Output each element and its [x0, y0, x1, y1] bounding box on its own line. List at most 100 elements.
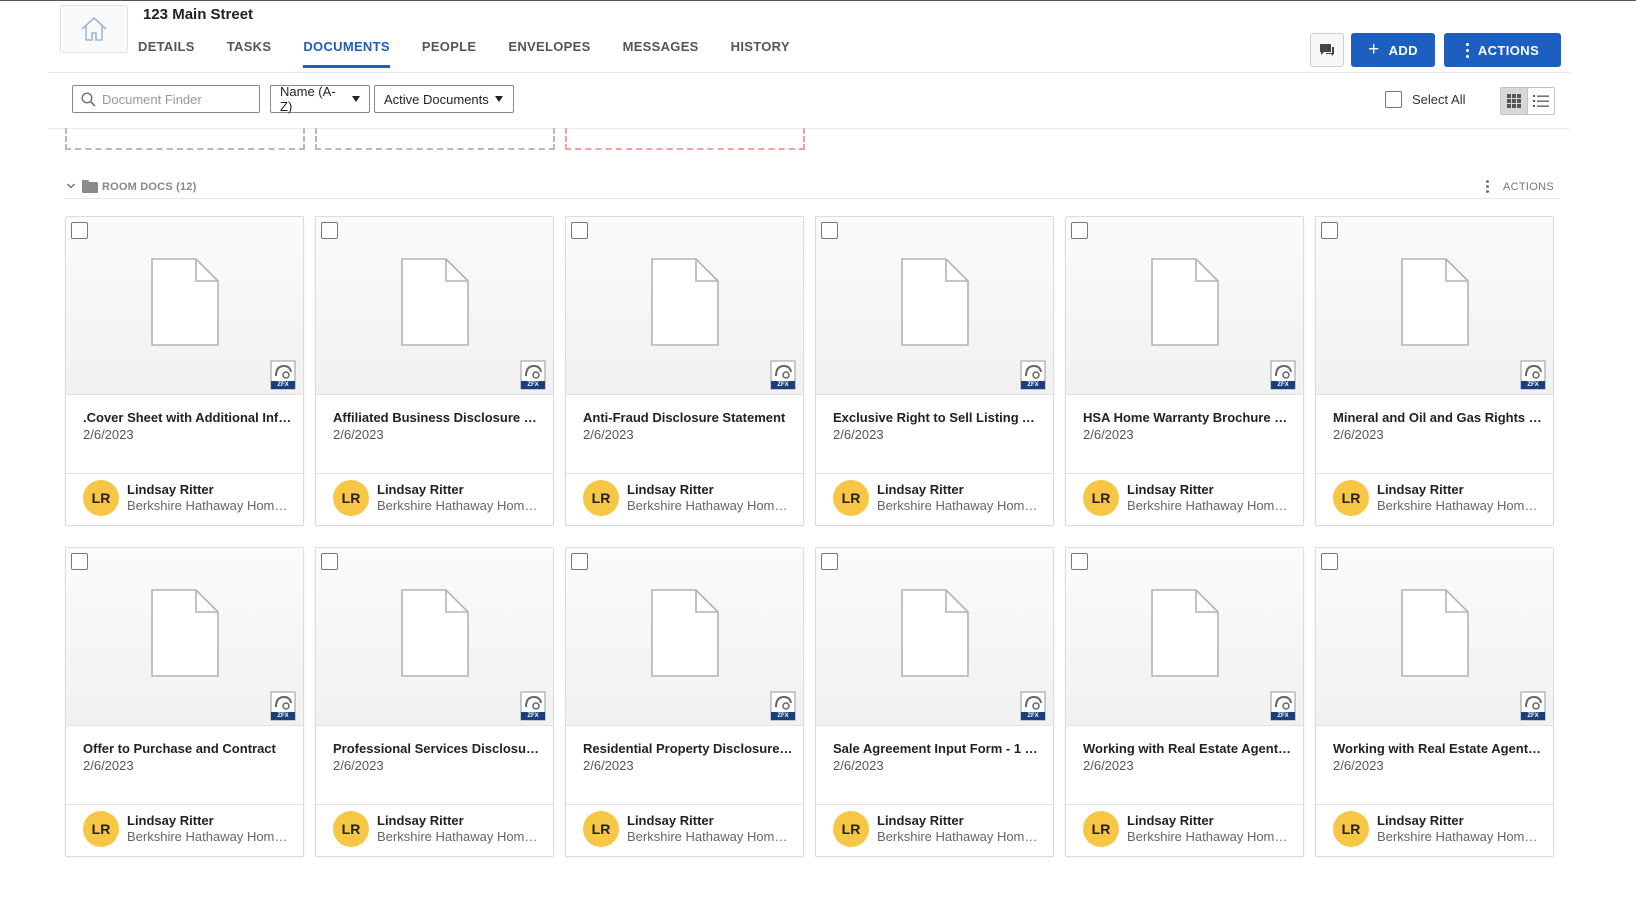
filter-select[interactable]: Active Documents	[374, 85, 514, 113]
document-checkbox[interactable]	[321, 222, 338, 239]
document-thumbnail[interactable]: ZFX	[316, 548, 553, 726]
document-card[interactable]: ZFX Working with Real Estate Agents Broch…	[1315, 547, 1554, 857]
property-home-tile[interactable]	[60, 5, 128, 53]
tab-details[interactable]: DETAILS	[138, 36, 195, 68]
top-border	[0, 0, 1636, 1]
sort-select[interactable]: Name (A-Z)	[270, 84, 370, 114]
document-thumbnail[interactable]: ZFX	[816, 548, 1053, 726]
document-thumbnail[interactable]: ZFX	[566, 548, 803, 726]
add-button-label: ADD	[1388, 42, 1418, 58]
document-finder	[72, 85, 260, 113]
folder-actions-button[interactable]: ACTIONS	[1486, 180, 1554, 193]
drop-zone[interactable]	[315, 128, 555, 150]
document-checkbox[interactable]	[321, 553, 338, 570]
grid-view-toggle[interactable]	[1500, 87, 1528, 115]
zfx-badge-icon: ZFX	[770, 691, 796, 726]
document-card[interactable]: ZFX .Cover Sheet with Additional Informat…	[65, 216, 304, 526]
document-checkbox[interactable]	[821, 553, 838, 570]
document-title[interactable]: Working with Real Estate Agents Disclosu…	[1083, 741, 1293, 756]
owner-name: Lindsay Ritter	[877, 813, 964, 828]
list-view-toggle[interactable]	[1527, 87, 1555, 115]
caret-down-icon	[494, 96, 503, 102]
actions-button[interactable]: ACTIONS	[1444, 33, 1561, 67]
chat-icon	[1320, 44, 1334, 56]
tab-people[interactable]: PEOPLE	[422, 36, 477, 68]
avatar: LR	[1333, 480, 1369, 516]
select-all[interactable]: Select All	[1385, 91, 1465, 108]
document-icon	[150, 257, 220, 352]
document-card[interactable]: ZFX Working with Real Estate Agents Discl…	[1065, 547, 1304, 857]
document-card[interactable]: ZFX Mineral and Oil and Gas Rights Disclo…	[1315, 216, 1554, 526]
document-checkbox[interactable]	[1071, 553, 1088, 570]
document-card[interactable]: ZFX Affiliated Business Disclosure Statem…	[315, 216, 554, 526]
chevron-down-icon[interactable]	[66, 181, 76, 191]
document-title[interactable]: Working with Real Estate Agents Brochure	[1333, 741, 1543, 756]
document-checkbox[interactable]	[571, 222, 588, 239]
tab-history[interactable]: HISTORY	[731, 36, 790, 68]
document-date: 2/6/2023	[833, 427, 884, 442]
tab-messages[interactable]: MESSAGES	[623, 36, 699, 68]
owner-name: Lindsay Ritter	[1377, 813, 1464, 828]
document-thumbnail[interactable]: ZFX	[1316, 548, 1553, 726]
zfx-badge-icon: ZFX	[770, 360, 796, 395]
document-title[interactable]: Exclusive Right to Sell Listing Agreemen…	[833, 410, 1043, 425]
document-thumbnail[interactable]: ZFX	[1066, 548, 1303, 726]
page-title: 123 Main Street	[143, 6, 254, 23]
document-checkbox[interactable]	[1321, 553, 1338, 570]
document-thumbnail[interactable]: ZFX	[66, 217, 303, 395]
document-thumbnail[interactable]: ZFX	[1066, 217, 1303, 395]
document-thumbnail[interactable]: ZFX	[1316, 217, 1553, 395]
document-title[interactable]: Sale Agreement Input Form - 1 of 2	[833, 741, 1043, 756]
document-date: 2/6/2023	[333, 758, 384, 773]
owner-name: Lindsay Ritter	[1127, 482, 1214, 497]
select-all-label: Select All	[1412, 92, 1466, 107]
document-card[interactable]: ZFX Offer to Purchase and Contract 2/6/202…	[65, 547, 304, 857]
document-checkbox[interactable]	[71, 222, 88, 239]
document-thumbnail[interactable]: ZFX	[316, 217, 553, 395]
avatar: LR	[1083, 811, 1119, 847]
card-divider	[816, 804, 1053, 805]
document-thumbnail[interactable]: ZFX	[66, 548, 303, 726]
document-card[interactable]: ZFX Anti-Fraud Disclosure Statement 2/6/20…	[565, 216, 804, 526]
card-divider	[1316, 804, 1553, 805]
drop-zone[interactable]	[565, 128, 805, 150]
chat-button[interactable]	[1310, 33, 1344, 67]
tab-tasks[interactable]: TASKS	[227, 36, 272, 68]
tab-documents[interactable]: DOCUMENTS	[303, 36, 390, 68]
document-checkbox[interactable]	[71, 553, 88, 570]
document-card[interactable]: ZFX HSA Home Warranty Brochure and Applic…	[1065, 216, 1304, 526]
document-title[interactable]: Professional Services Disclosure and Ele…	[333, 741, 543, 756]
zfx-badge-text: ZFX	[777, 382, 789, 388]
tab-envelopes[interactable]: ENVELOPES	[508, 36, 590, 68]
search-input[interactable]	[102, 91, 252, 107]
owner-organization: Berkshire Hathaway HomeServices	[1127, 829, 1292, 844]
document-card[interactable]: ZFX Professional Services Disclosure and …	[315, 547, 554, 857]
zfx-badge-icon: ZFX	[1270, 360, 1296, 395]
document-title[interactable]: Affiliated Business Disclosure Statement	[333, 410, 543, 425]
document-card[interactable]: ZFX Exclusive Right to Sell Listing Agree…	[815, 216, 1054, 526]
document-title[interactable]: Residential Property Disclosure Statemen…	[583, 741, 793, 756]
avatar: LR	[83, 811, 119, 847]
document-card[interactable]: ZFX Sale Agreement Input Form - 1 of 2 2/6…	[815, 547, 1054, 857]
drop-zone[interactable]	[65, 128, 305, 150]
document-card[interactable]: ZFX Residential Property Disclosure State…	[565, 547, 804, 857]
document-checkbox[interactable]	[1071, 222, 1088, 239]
owner-name: Lindsay Ritter	[1377, 482, 1464, 497]
document-checkbox[interactable]	[571, 553, 588, 570]
document-checkbox[interactable]	[821, 222, 838, 239]
avatar: LR	[1333, 811, 1369, 847]
document-title[interactable]: Anti-Fraud Disclosure Statement	[583, 410, 793, 425]
avatar: LR	[333, 811, 369, 847]
card-divider	[1316, 473, 1553, 474]
document-title[interactable]: .Cover Sheet with Additional Information	[83, 410, 293, 425]
document-checkbox[interactable]	[1321, 222, 1338, 239]
folder-label[interactable]: ROOM DOCS (12)	[102, 181, 196, 193]
card-divider	[816, 473, 1053, 474]
document-title[interactable]: HSA Home Warranty Brochure and Applicati…	[1083, 410, 1293, 425]
add-button[interactable]: + ADD	[1351, 33, 1435, 67]
document-title[interactable]: Mineral and Oil and Gas Rights Disclosur…	[1333, 410, 1543, 425]
document-thumbnail[interactable]: ZFX	[816, 217, 1053, 395]
document-thumbnail[interactable]: ZFX	[566, 217, 803, 395]
select-all-checkbox[interactable]	[1385, 91, 1402, 108]
document-title[interactable]: Offer to Purchase and Contract	[83, 741, 293, 756]
